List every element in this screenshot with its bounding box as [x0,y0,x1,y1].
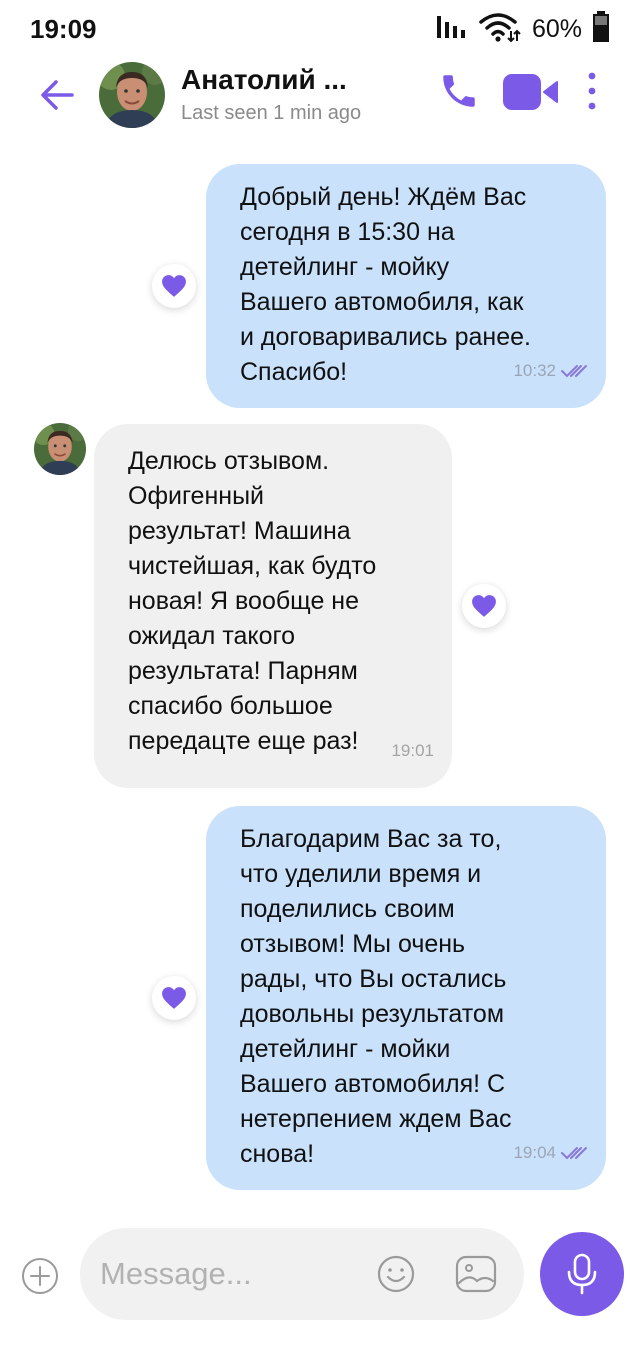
message-meta: 19:01 [391,733,434,768]
double-check-icon [561,364,587,377]
phone-icon [443,75,475,107]
reaction-badge[interactable] [152,264,196,308]
more-vertical-icon [588,72,596,110]
message-input[interactable] [100,1248,360,1300]
message-meta: 10:32 [513,353,588,388]
sticker-icon [455,1255,497,1293]
plus-circle-icon [22,1258,58,1294]
attach-button[interactable] [20,1256,60,1296]
message-time: 19:01 [391,741,434,760]
status-bar: 19:09 60% [0,0,640,58]
reaction-badge[interactable] [152,976,196,1020]
battery-percent: 60% [531,14,582,43]
signal-icon [436,14,468,45]
message-time: 19:04 [513,1143,556,1162]
contact-avatar[interactable] [99,62,165,128]
last-seen-status: Last seen 1 min ago [181,102,362,124]
wifi-icon [478,11,522,48]
sticker-button[interactable] [454,1254,498,1294]
message-text: Делюсь отзывом. Офигенный результат! Маш… [128,447,377,755]
message-text: Благодарим Вас за то, что уделили время … [240,825,512,1168]
message-input-container [80,1228,524,1320]
message-meta: 19:04 [513,1135,588,1170]
arrow-left-icon [41,80,74,110]
sender-avatar[interactable] [34,423,86,475]
heart-icon [162,987,186,1009]
video-camera-icon [503,74,558,110]
message-time: 10:32 [513,361,556,380]
emoji-button[interactable] [376,1254,416,1294]
incoming-message[interactable]: Делюсь отзывом. Офигенный результат! Маш… [94,424,452,788]
reaction-badge[interactable] [462,584,506,628]
double-check-icon [561,1146,587,1159]
video-call-button[interactable] [500,70,560,114]
back-button[interactable] [34,72,80,118]
status-time: 19:09 [30,14,97,44]
contact-name[interactable]: Анатолий ... [181,64,347,96]
outgoing-message[interactable]: Благодарим Вас за то, что уделили время … [206,806,606,1190]
call-button[interactable] [436,68,482,114]
voice-record-button[interactable] [540,1232,624,1316]
chat-header: Анатолий ... Last seen 1 min ago [0,58,640,138]
message-composer [0,1228,640,1322]
more-options-button[interactable] [578,68,606,114]
smiley-icon [377,1255,415,1293]
outgoing-message[interactable]: Добрый день! Ждём Вас сегодня в 15:30 на… [206,164,606,408]
microphone-icon [567,1253,597,1295]
heart-icon [472,595,496,617]
battery-icon [592,10,610,48]
heart-icon [162,275,186,297]
status-icons: 60% [436,10,610,48]
